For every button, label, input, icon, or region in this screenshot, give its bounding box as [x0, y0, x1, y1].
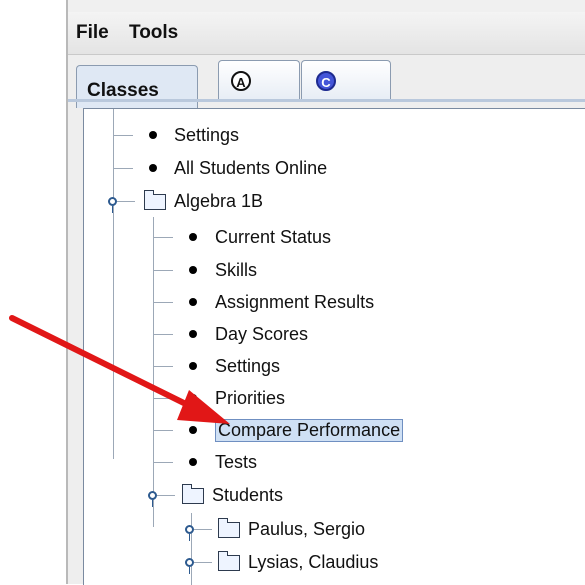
bullet-icon	[189, 394, 197, 402]
a-circle-icon: A	[231, 71, 251, 91]
bullet-icon	[189, 362, 197, 370]
tree-node-algebra-1b[interactable]: Algebra 1B	[174, 191, 263, 212]
tree-node-day-scores[interactable]: Day Scores	[215, 324, 308, 345]
tree-branch	[153, 334, 173, 335]
tree-node-priorities[interactable]: Priorities	[215, 388, 285, 409]
bullet-icon	[189, 330, 197, 338]
tree-branch	[117, 201, 135, 202]
tree-branch	[157, 495, 175, 496]
menu-file[interactable]: File	[76, 22, 109, 44]
tree-guide-students	[191, 513, 192, 585]
tree-branch	[153, 430, 173, 431]
tree-node-compare-performance[interactable]: Compare Performance	[215, 419, 404, 442]
bullet-icon	[189, 426, 197, 434]
c-circle-icon: C	[316, 71, 336, 91]
tree-node-lysias-claudius[interactable]: Lysias, Claudius	[248, 552, 378, 573]
tree-guide-root	[113, 109, 114, 459]
tree-node-students[interactable]: Students	[212, 485, 283, 506]
tree-branch	[153, 270, 173, 271]
expand-toggle-icon[interactable]	[185, 525, 194, 541]
expand-toggle-icon[interactable]	[148, 491, 157, 507]
tree-branch	[153, 462, 173, 463]
expand-toggle-icon[interactable]	[108, 197, 117, 213]
folder-icon	[218, 551, 240, 571]
menu-tools[interactable]: Tools	[129, 22, 178, 44]
tree-node-all-students-online[interactable]: All Students Online	[174, 158, 327, 179]
classes-tree: Settings All Students Online Algebra 1B …	[84, 109, 585, 585]
tab-divider	[68, 99, 585, 102]
tree-node-assignment-results[interactable]: Assignment Results	[215, 292, 374, 313]
bullet-icon	[149, 164, 157, 172]
tree-node-settings-root[interactable]: Settings	[174, 125, 239, 146]
tab-c[interactable]: C	[301, 60, 391, 100]
window-top-strip	[68, 0, 585, 12]
bullet-icon	[189, 233, 197, 241]
tree-node-settings[interactable]: Settings	[215, 356, 280, 377]
tree-node-current-status[interactable]: Current Status	[215, 227, 331, 248]
bullet-icon	[149, 131, 157, 139]
tree-branch	[153, 398, 173, 399]
tree-node-tests[interactable]: Tests	[215, 452, 257, 473]
tab-a[interactable]: A	[218, 60, 300, 100]
tree-node-paulus-sergio[interactable]: Paulus, Sergio	[248, 519, 365, 540]
tree-branch	[113, 168, 133, 169]
folder-icon	[182, 484, 204, 504]
menu-bar: File Tools	[68, 12, 585, 55]
classes-panel: Settings All Students Online Algebra 1B …	[83, 108, 585, 585]
bullet-icon	[189, 458, 197, 466]
tree-branch	[194, 562, 212, 563]
tree-branch	[153, 366, 173, 367]
bullet-icon	[189, 298, 197, 306]
folder-icon	[218, 518, 240, 538]
tree-node-skills[interactable]: Skills	[215, 260, 257, 281]
tree-branch	[153, 237, 173, 238]
bullet-icon	[189, 266, 197, 274]
tree-guide-algebra	[153, 217, 154, 527]
folder-icon	[144, 190, 166, 210]
expand-toggle-icon[interactable]	[185, 558, 194, 574]
tab-strip: Classes A C	[68, 55, 585, 108]
tree-branch	[113, 135, 133, 136]
tree-branch	[153, 302, 173, 303]
tree-branch	[194, 529, 212, 530]
application-window: File Tools Classes A C Settings All Stud…	[66, 0, 585, 585]
